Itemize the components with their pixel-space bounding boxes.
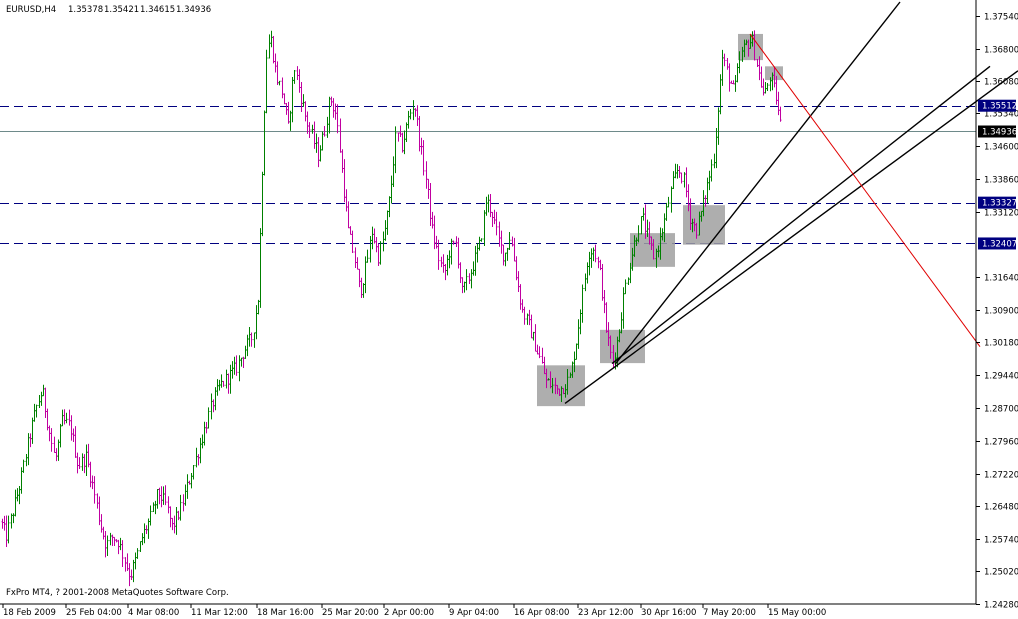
- consolidation-boxes: [537, 33, 783, 407]
- time-tick-label-10: 30 Apr 16:00: [641, 608, 696, 618]
- time-tick-label-12: 15 May 00:00: [768, 608, 826, 618]
- current-price-label: 1.34936: [982, 128, 1017, 138]
- price-tick-label-2: 1.36080: [984, 78, 1018, 88]
- price-tick-label-5: 1.33860: [984, 176, 1018, 186]
- time-tick-label-9: 23 Apr 12:00: [578, 608, 633, 618]
- time-tick-label-8: 16 Apr 08:00: [514, 608, 569, 618]
- time-tick-label-1: 25 Feb 04:00: [66, 608, 122, 618]
- price-tick-label-9: 1.30180: [984, 339, 1018, 349]
- price-tick-label-11: 1.28700: [984, 405, 1018, 415]
- horizontal-levels: [0, 106, 976, 244]
- price-tick-label-8: 1.30900: [984, 307, 1018, 317]
- time-tick-label-11: 7 May 20:00: [703, 608, 756, 618]
- time-tick-label-4: 18 Mar 16:00: [257, 608, 314, 618]
- copyright-text: FxPro MT4, ? 2001-2008 MetaQuotes Softwa…: [6, 588, 229, 598]
- high-value: 1.35421: [104, 5, 139, 15]
- price-tick-label-4: 1.34600: [984, 143, 1018, 153]
- close-value: 1.34936: [176, 5, 211, 15]
- price-tick-label-17: 1.24280: [984, 601, 1018, 611]
- trendline-3[interactable]: [749, 33, 981, 347]
- time-tick-label-6: 2 Apr 00:00: [384, 608, 434, 618]
- time-tick-label-0: 18 Feb 2009: [3, 608, 56, 618]
- level-price-label-2: 1.32407: [982, 239, 1017, 249]
- level-price-label-1: 1.33327: [982, 199, 1017, 209]
- time-axis[interactable]: 18 Feb 2009 25 Feb 04:00 4 Mar 08:00 11 Mar…: [2, 604, 826, 618]
- symbol-label: EURUSD,H4: [6, 5, 56, 15]
- price-tick-label-7: 1.31640: [984, 274, 1018, 284]
- price-tick-label-1: 1.36800: [984, 46, 1018, 56]
- price-bars: [1, 30, 782, 587]
- chart-window[interactable]: 1.37540 1.36800 1.36080 1.35340 1.34600 1.338…: [0, 0, 1018, 619]
- price-axis[interactable]: 1.375401.368001.360801.353401.346001.338…: [976, 13, 1018, 611]
- trendline-1[interactable]: [611, 65, 991, 365]
- price-tick-label-16: 1.25020: [984, 568, 1018, 578]
- time-tick-label-5: 25 Mar 20:00: [322, 608, 379, 618]
- time-tick-label-2: 4 Mar 08:00: [128, 608, 179, 618]
- price-tick-label-10: 1.29440: [984, 372, 1018, 382]
- time-tick-label-7: 9 Apr 04:00: [449, 608, 499, 618]
- price-chart[interactable]: 1.375401.368001.360801.353401.346001.338…: [0, 0, 1018, 619]
- price-tick-label-15: 1.25740: [984, 536, 1018, 546]
- price-tick-label-14: 1.26480: [984, 503, 1018, 513]
- price-tick-label-13: 1.27220: [984, 471, 1018, 481]
- level-price-label-0: 1.35512: [982, 102, 1017, 112]
- time-tick-label-3: 11 Mar 12:00: [191, 608, 248, 618]
- price-tick-label-6: 1.33120: [984, 209, 1018, 219]
- price-tick-label-12: 1.27960: [984, 438, 1018, 448]
- open-value: 1.35378: [68, 5, 103, 15]
- price-tick-label-0: 1.37540: [984, 13, 1018, 23]
- low-value: 1.34615: [140, 5, 175, 15]
